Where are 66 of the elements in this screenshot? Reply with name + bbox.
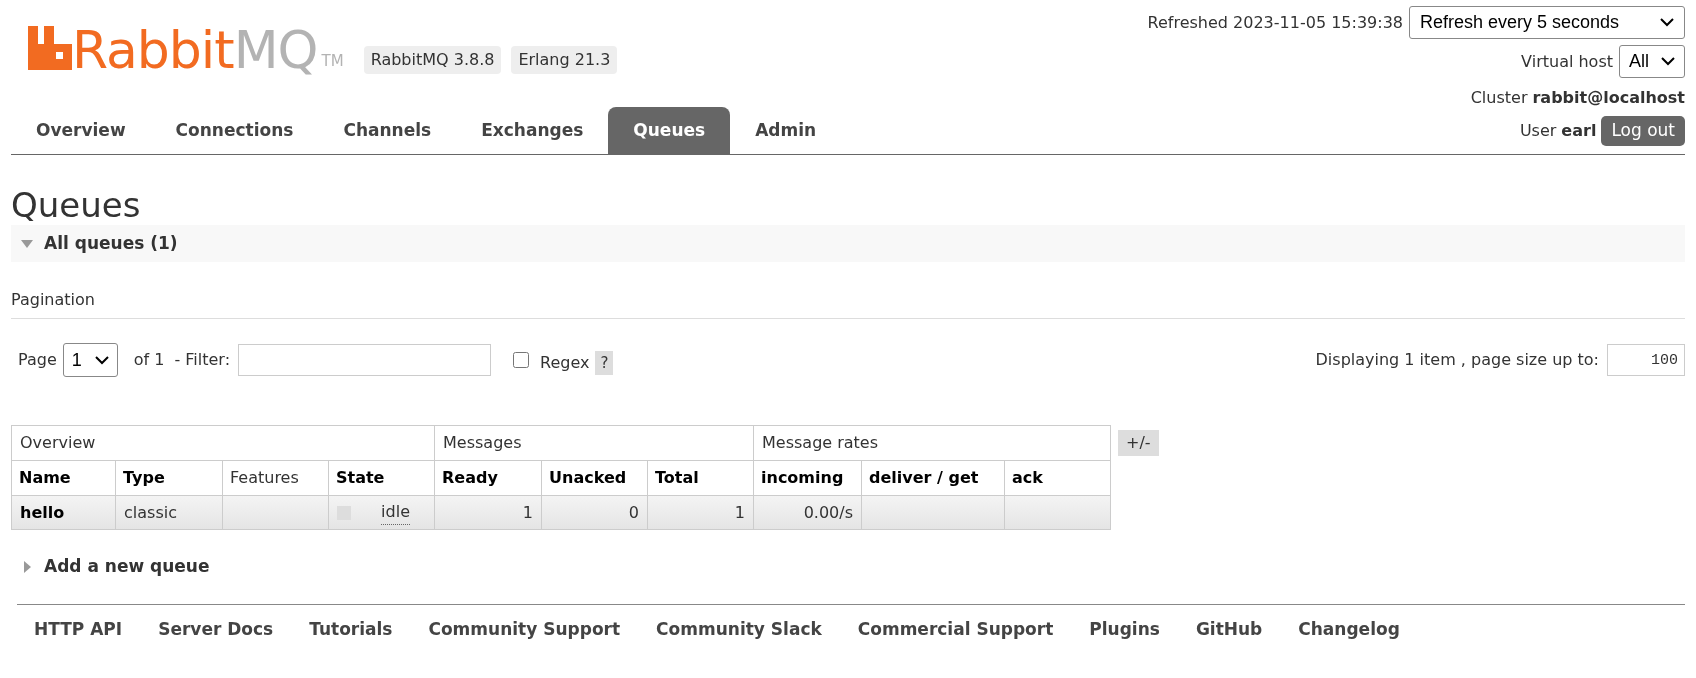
filter-field[interactable]	[238, 344, 491, 376]
cluster-label: Cluster	[1470, 87, 1528, 109]
footer-link[interactable]: Changelog	[1298, 616, 1400, 642]
user-name: earl	[1561, 120, 1597, 142]
nav-tab[interactable]: Exchanges	[456, 107, 609, 154]
section-header[interactable]: All queues (1)	[11, 225, 1685, 262]
regex-label: Regex	[540, 352, 590, 374]
page-select[interactable]: 1	[62, 343, 118, 377]
cluster-name: rabbit@localhost	[1532, 87, 1685, 109]
table-cell: classic	[115, 495, 223, 530]
footer-link[interactable]: Community Slack	[656, 616, 822, 642]
column-group-header: Message rates	[753, 425, 1111, 461]
refresh-select[interactable]: Refresh every 5 seconds	[1409, 6, 1685, 39]
nav-tab[interactable]: Channels	[318, 107, 457, 154]
page-size-field[interactable]: 100	[1607, 344, 1685, 376]
help-button[interactable]: ?	[595, 350, 614, 376]
version-badge: Erlang 21.3	[511, 46, 618, 74]
footer-link[interactable]: HTTP API	[34, 616, 123, 642]
column-header: Total	[647, 460, 754, 496]
page-label: Page	[18, 349, 57, 371]
column-header: Ready	[434, 460, 542, 496]
regex-checkbox[interactable]	[513, 352, 529, 368]
refreshed-timestamp: Refreshed 2023-11-05 15:39:38	[1147, 11, 1403, 34]
virtual-host-label: Virtual host	[1521, 50, 1613, 73]
chevron-down-icon	[1661, 57, 1675, 66]
table-cell: 0.00/s	[753, 495, 862, 530]
nav-tab[interactable]: Connections	[150, 107, 319, 154]
chevron-down-icon	[1660, 18, 1674, 27]
column-header: Unacked	[541, 460, 648, 496]
column-group-header: Overview	[11, 425, 435, 461]
column-header: Type	[115, 460, 223, 496]
nav-tab[interactable]: Overview	[11, 107, 151, 154]
nav-tab[interactable]: Admin	[730, 107, 842, 154]
chevron-down-icon	[94, 355, 109, 365]
page-title: Queues	[11, 185, 142, 225]
column-header: State	[328, 460, 435, 496]
page-count: of 1	[133, 349, 165, 371]
column-header: Name	[11, 460, 116, 496]
virtual-host-select[interactable]: All	[1619, 45, 1685, 78]
displaying-text: Displaying 1 item , page size up to:	[1315, 349, 1599, 371]
state-text: idle	[381, 500, 410, 525]
column-header: deliver / get	[861, 460, 1005, 496]
table-cell: 0	[541, 495, 648, 530]
logo: RabbitMQ TM	[28, 24, 344, 76]
footer-link[interactable]: Community Support	[428, 616, 621, 642]
logout-button[interactable]: Log out	[1601, 116, 1685, 146]
user-label: User	[1519, 120, 1557, 142]
footer-link[interactable]: Plugins	[1089, 616, 1160, 642]
footer-link[interactable]: Commercial Support	[857, 616, 1054, 642]
table-cell: 1	[647, 495, 754, 530]
pagination-title: Pagination	[11, 288, 1685, 319]
table-cell: 1	[434, 495, 542, 530]
logo-icon	[28, 26, 72, 70]
footer-link[interactable]: Server Docs	[158, 616, 274, 642]
table-cell: hello	[11, 495, 116, 530]
column-group-header: Messages	[434, 425, 754, 461]
version-badge: RabbitMQ 3.8.8	[363, 46, 502, 74]
column-header: Features	[222, 460, 329, 496]
nav-tab[interactable]: Queues	[608, 107, 731, 154]
column-toggle-button[interactable]: +/-	[1118, 430, 1159, 456]
footer-link[interactable]: Tutorials	[309, 616, 393, 642]
column-header: ack	[1004, 460, 1111, 496]
column-header: incoming	[753, 460, 862, 496]
filter-label: - Filter:	[174, 349, 230, 371]
footer-link[interactable]: GitHub	[1195, 616, 1263, 642]
section-header[interactable]: Add a new queue	[11, 554, 219, 580]
